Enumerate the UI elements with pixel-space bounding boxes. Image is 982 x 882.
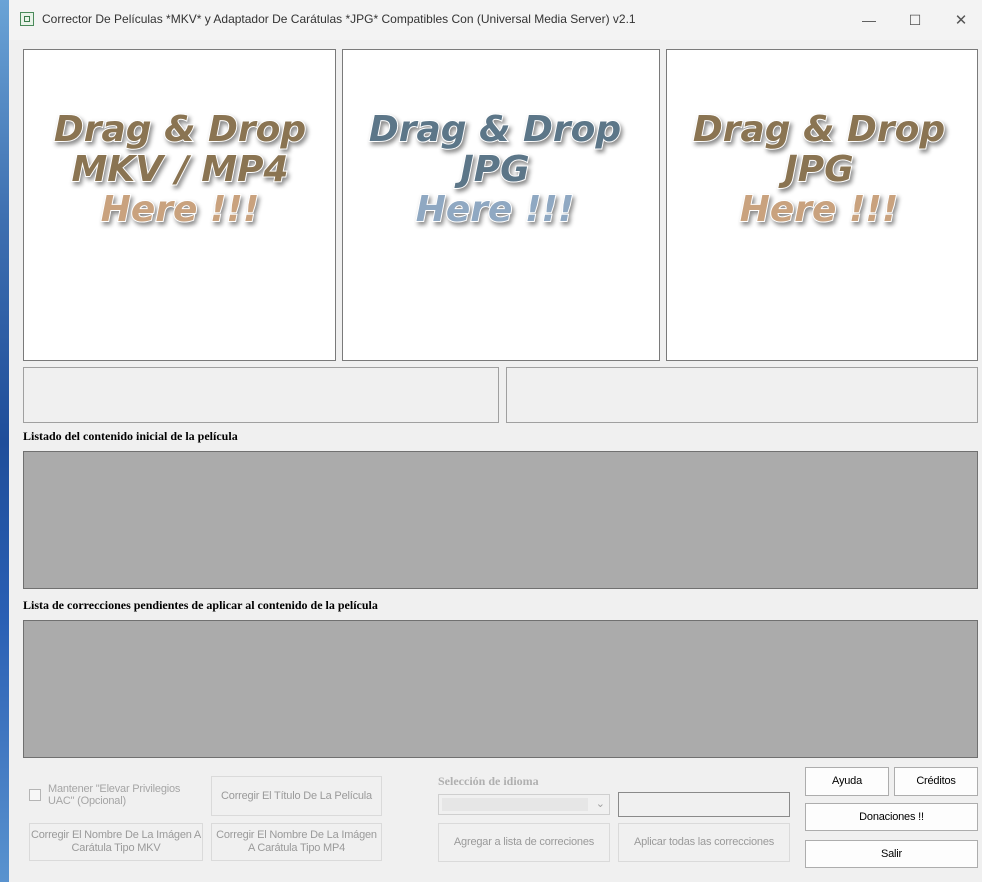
language-selected-value [442,798,588,811]
uac-checkbox-label: Mantener "Elevar Privilegios UAC" (Opcio… [48,783,181,807]
maximize-button[interactable]: ☐ [892,0,938,40]
add-to-corrections-button[interactable]: Agregar a lista de correciones [438,823,610,862]
drop-hint-line1: Drag & Drop [54,109,306,150]
video-info-box [23,367,499,423]
close-button[interactable]: ✕ [938,0,982,40]
drop-hint-line3: Here !!! [101,189,260,230]
drop-hint-line3: Here !!! [416,189,575,230]
drop-hint-graphic: Drag & Drop JPG Here !!! [368,108,622,231]
drop-hint-line2: JPG [454,149,529,190]
pending-corrections-label: Lista de correcciones pendientes de apli… [23,598,378,612]
drop-hint-graphic: Drag & Drop JPG Here !!! [692,108,946,231]
drop-hint-line1: Drag & Drop [369,109,621,150]
language-text-field[interactable] [618,792,790,817]
pending-corrections-list[interactable] [23,620,978,758]
video-drop-zone[interactable]: Drag & Drop MKV / MP4 Here !!! [23,49,336,361]
donations-button[interactable]: Donaciones !! [805,803,978,831]
drop-hint-graphic: Drag & Drop MKV / MP4 Here !!! [53,108,307,231]
title-bar: Corrector De Películas *MKV* y Adaptador… [9,0,982,40]
drop-hint-line3: Here !!! [740,189,899,230]
initial-content-label: Listado del contenido inicial de la pelí… [23,429,238,443]
cover-info-box [506,367,978,423]
app-window: Corrector De Películas *MKV* y Adaptador… [9,0,982,882]
cover-drop-zone-2[interactable]: Drag & Drop JPG Here !!! [666,49,978,361]
drop-hint-line2: MKV / MP4 [71,149,288,190]
cover-drop-zone-1[interactable]: Drag & Drop JPG Here !!! [342,49,660,361]
fix-mkv-image-name-button[interactable]: Corregir El Nombre De La Imágen A Carátu… [29,823,203,861]
chevron-down-icon: ⌄ [595,798,605,810]
credits-button[interactable]: Créditos [894,767,978,796]
app-icon [20,12,34,26]
fix-mp4-image-name-button[interactable]: Corregir El Nombre De La Imágen A Carátu… [211,823,382,861]
language-selection-label: Selección de idioma [438,774,539,788]
minimize-button[interactable]: — [846,0,892,40]
window-title: Corrector De Películas *MKV* y Adaptador… [42,12,636,26]
desktop-background-strip [0,0,9,882]
fix-title-button[interactable]: Corregir El Título De La Película [211,776,382,816]
language-select[interactable]: ⌄ [438,794,610,815]
exit-button[interactable]: Salir [805,840,978,868]
apply-all-corrections-button[interactable]: Aplicar todas las correcciones [618,823,790,862]
help-button[interactable]: Ayuda [805,767,889,796]
initial-content-list[interactable] [23,451,978,589]
drop-hint-line2: JPG [778,149,853,190]
uac-checkbox[interactable] [29,789,41,801]
drop-hint-line1: Drag & Drop [693,109,945,150]
